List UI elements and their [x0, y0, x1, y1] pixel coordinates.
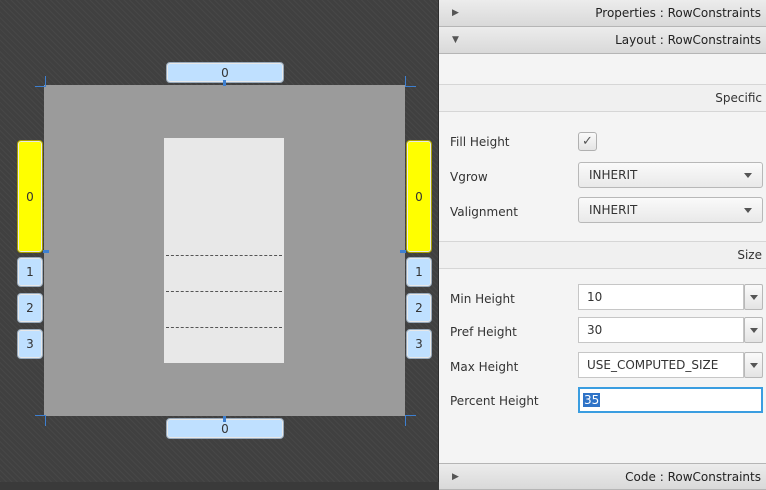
min-height-menu-button[interactable]	[744, 284, 763, 310]
specific-subsection: Specific	[439, 84, 766, 112]
valignment-value: INHERIT	[589, 203, 638, 217]
vgrow-value: INHERIT	[589, 168, 638, 182]
valignment-label: Valignment	[450, 205, 518, 219]
layout-section-title: Layout : RowConstraints	[615, 33, 761, 47]
percent-height-value: 35	[583, 393, 601, 407]
row-ruler-left[interactable]: 2	[17, 293, 43, 323]
row-ruler-right-selected[interactable]: 0	[406, 140, 432, 253]
chevron-down-icon	[744, 208, 752, 213]
corner-marker	[405, 415, 416, 426]
inspector-panel: ▶ Properties : RowConstraints ▼ Layout :…	[438, 0, 766, 490]
code-section-header[interactable]: ▶ Code : RowConstraints	[439, 463, 766, 490]
chevron-down-icon	[744, 173, 752, 178]
max-height-label: Max Height	[450, 360, 519, 374]
percent-height-input[interactable]: 35	[578, 387, 763, 413]
row-ruler-right[interactable]: 3	[406, 329, 432, 359]
collapsed-arrow-icon: ▶	[452, 8, 459, 18]
size-subsection: Size	[439, 241, 766, 269]
properties-section-title: Properties : RowConstraints	[595, 6, 761, 20]
corner-marker	[35, 76, 46, 87]
max-height-value: USE_COMPUTED_SIZE	[587, 358, 719, 372]
grid-content-area	[164, 138, 284, 363]
row-ruler-left[interactable]: 1	[17, 257, 43, 287]
row-divider	[166, 255, 282, 256]
checkmark-icon: ✓	[582, 134, 593, 149]
vgrow-label: Vgrow	[450, 170, 488, 184]
layout-section-header[interactable]: ▼ Layout : RowConstraints	[439, 27, 766, 54]
properties-section-header[interactable]: ▶ Properties : RowConstraints	[439, 0, 766, 27]
fill-height-checkbox[interactable]: ✓	[578, 132, 597, 151]
row-divider	[166, 327, 282, 328]
min-height-label: Min Height	[450, 292, 515, 306]
column-resize-handle[interactable]	[223, 416, 226, 422]
chevron-down-icon	[750, 363, 758, 368]
valignment-dropdown[interactable]: INHERIT	[578, 197, 763, 223]
corner-marker	[35, 415, 46, 426]
vgrow-dropdown[interactable]: INHERIT	[578, 162, 763, 188]
row-divider	[166, 291, 282, 292]
expanded-arrow-icon: ▼	[452, 35, 459, 45]
row-resize-handle[interactable]	[400, 250, 406, 253]
pref-height-label: Pref Height	[450, 325, 517, 339]
pref-height-value: 30	[587, 323, 603, 337]
pref-height-input[interactable]: 30	[578, 317, 744, 343]
row-ruler-left-selected[interactable]: 0	[17, 140, 43, 253]
min-height-value: 10	[587, 290, 603, 304]
min-height-input[interactable]: 10	[578, 284, 744, 310]
size-subsection-title: Size	[737, 248, 762, 262]
pref-height-menu-button[interactable]	[744, 317, 763, 343]
code-section-title: Code : RowConstraints	[625, 470, 761, 484]
max-height-input[interactable]: USE_COMPUTED_SIZE	[578, 352, 744, 378]
percent-height-label: Percent Height	[450, 394, 539, 408]
chevron-down-icon	[750, 328, 758, 333]
collapsed-arrow-icon: ▶	[452, 472, 459, 482]
max-height-menu-button[interactable]	[744, 352, 763, 378]
chevron-down-icon	[750, 295, 758, 300]
specific-subsection-title: Specific	[715, 91, 762, 105]
layout-canvas[interactable]: 0 0 0 1 2 3 0 1 2 3	[0, 0, 438, 482]
row-resize-handle[interactable]	[43, 250, 49, 253]
column-resize-handle[interactable]	[223, 80, 226, 86]
row-ruler-right[interactable]: 2	[406, 293, 432, 323]
row-ruler-right[interactable]: 1	[406, 257, 432, 287]
fill-height-label: Fill Height	[450, 135, 510, 149]
corner-marker	[405, 76, 416, 87]
row-ruler-left[interactable]: 3	[17, 329, 43, 359]
